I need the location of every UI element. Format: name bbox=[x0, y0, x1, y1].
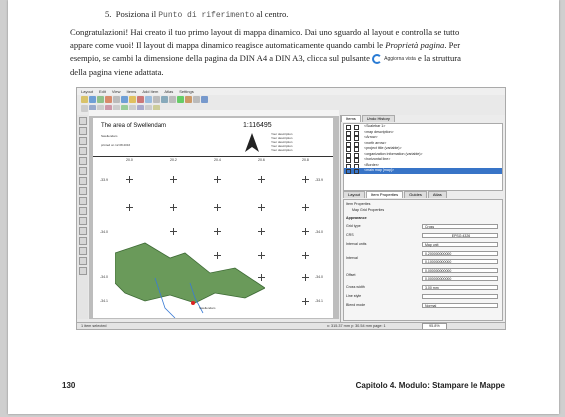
offset-x-field[interactable]: 0.000000000000 bbox=[422, 268, 498, 273]
offset-y-field[interactable]: 0.000000000000 bbox=[422, 276, 498, 281]
left-toolbar bbox=[77, 115, 88, 319]
blend-mode-select[interactable]: Normal bbox=[422, 303, 498, 308]
items-tabs: Items Undo History bbox=[341, 115, 505, 122]
tab-item-properties[interactable]: Item Properties bbox=[366, 191, 404, 198]
map-polygon bbox=[115, 242, 265, 318]
chapter-title: Capitolo 4. Modulo: Stampare le Mappe bbox=[355, 381, 505, 390]
layout-canvas[interactable]: The area of Swellendam 1:116495 Swellend… bbox=[89, 116, 339, 319]
interval-y-field[interactable]: 0.100000000000 bbox=[422, 259, 498, 264]
paragraph: Congratulazioni! Hai creato il tuo primo… bbox=[70, 27, 461, 77]
tab-undo-history[interactable]: Undo History bbox=[361, 115, 395, 122]
qgis-layout-screenshot: Layout Edit View Items Add Item Atlas Setti… bbox=[76, 87, 506, 330]
map-title: The area of Swellendam bbox=[101, 123, 167, 129]
refresh-icon bbox=[372, 54, 383, 65]
town-label: Swellendam bbox=[199, 306, 216, 310]
zoom-select[interactable]: 95.8% bbox=[422, 323, 447, 329]
items-list: <Scalebar 1> <map description> <Arrow> <… bbox=[343, 123, 503, 191]
document-page: 5. Posiziona il Punto di riferimento al … bbox=[8, 0, 559, 414]
map-description: Your description Your description Your d… bbox=[271, 132, 293, 152]
refresh-view-button[interactable]: Aggiorna vista bbox=[372, 53, 416, 66]
interval-x-field[interactable]: 0.200000000000 bbox=[422, 251, 498, 256]
tab-layout[interactable]: Layout bbox=[343, 191, 366, 198]
tab-guides[interactable]: Guides bbox=[404, 191, 427, 198]
right-dock: Items Undo History <Scalebar 1> <map des… bbox=[340, 115, 505, 323]
line-style-button[interactable] bbox=[422, 294, 498, 299]
toolbar-1 bbox=[77, 95, 337, 104]
map-page: The area of Swellendam 1:116495 Swellend… bbox=[93, 118, 333, 318]
horizontal-line bbox=[93, 156, 333, 157]
map-scale: 1:116495 bbox=[243, 122, 272, 129]
item-properties-panel: Item Properties Map Grid Properties Appe… bbox=[343, 199, 503, 321]
props-tabs: Layout Item Properties Guides Atlas bbox=[343, 191, 447, 198]
tab-items[interactable]: Items bbox=[341, 115, 361, 122]
page-number: 130 bbox=[62, 381, 76, 390]
list-item-selected[interactable]: <main map [map]> bbox=[344, 168, 502, 174]
menu-bar: Layout Edit View Items Add Item Atlas Setti… bbox=[77, 88, 505, 95]
step-5: 5. Posiziona il Punto di riferimento al … bbox=[105, 9, 289, 20]
north-arrow-icon bbox=[245, 133, 259, 152]
cross-width-field[interactable]: 3.00 mm bbox=[422, 285, 498, 290]
tab-atlas[interactable]: Atlas bbox=[427, 191, 447, 198]
crs-field[interactable]: EPSG:4326 bbox=[422, 233, 498, 238]
interval-units-select[interactable]: Map unit bbox=[422, 242, 498, 247]
status-bar: 1 item selected x: 315.37 mm y: 30.54 mm… bbox=[77, 322, 505, 329]
grid-type-select[interactable]: Cross bbox=[422, 224, 498, 229]
